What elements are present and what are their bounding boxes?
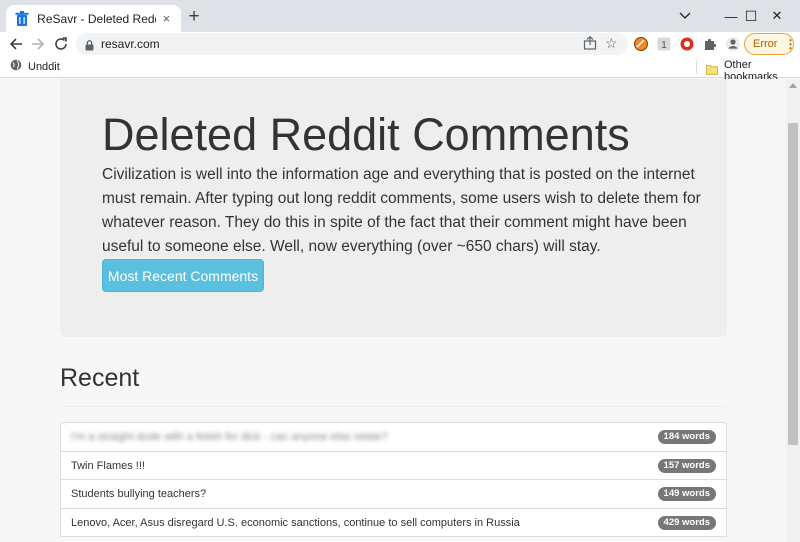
word-count-badge: 184 words [657, 430, 716, 444]
scroll-up-icon[interactable] [789, 83, 797, 88]
folder-icon [706, 64, 718, 78]
tab-resavr[interactable]: ReSavr - Deleted Reddit Comme × [6, 5, 181, 32]
lock-icon [85, 38, 94, 56]
tab-close-icon[interactable]: × [160, 11, 173, 26]
list-item[interactable]: Students bullying teachers? 149 words [60, 479, 727, 509]
word-count-badge: 429 words [657, 515, 716, 530]
bookmark-label: Unddit [28, 60, 60, 73]
divider [60, 406, 727, 407]
list-item-title: Students bullying teachers? [71, 488, 207, 500]
list-item-title: Twin Flames !!! [71, 459, 145, 472]
recent-heading: Recent [60, 364, 140, 392]
extension-gray-icon[interactable]: 1 [656, 36, 672, 52]
word-count-badge: 157 words [657, 458, 716, 473]
back-icon[interactable] [6, 34, 26, 54]
trash-icon [14, 11, 29, 27]
bookmarks-bar: Unddit Other bookmarks [0, 56, 800, 83]
chevron-down-icon[interactable] [662, 0, 708, 32]
hero-description: Civilization is well into the informatio… [102, 166, 701, 255]
recent-list: I'm a straight dude with a fetish for di… [60, 422, 727, 537]
error-label: Error [753, 38, 778, 50]
tab-strip: ReSavr - Deleted Reddit Comme × + — ☐ ✕ [0, 0, 800, 32]
forward-icon[interactable] [28, 34, 48, 54]
close-window-button[interactable]: ✕ [754, 0, 800, 32]
star-icon[interactable]: ☆ [605, 35, 618, 51]
extension-red-icon[interactable] [679, 36, 695, 52]
scrollbar[interactable] [786, 79, 800, 542]
word-count-badge: 149 words [657, 487, 716, 501]
svg-text:1: 1 [661, 40, 667, 51]
list-item-title: Lenovo, Acer, Asus disregard U.S. econom… [71, 516, 520, 529]
list-item-title: I'm a straight dude with a fetish for di… [71, 431, 388, 443]
globe-icon [10, 59, 22, 74]
new-tab-button[interactable]: + [185, 7, 203, 26]
address-bar[interactable]: resavr.com ☆ [76, 33, 628, 55]
extension-orange-icon[interactable] [633, 36, 649, 52]
page-viewport: Deleted Reddit Comments Civilization is … [0, 79, 786, 542]
reload-icon[interactable] [51, 34, 71, 54]
puzzle-icon[interactable] [702, 36, 718, 52]
browser-toolbar: resavr.com ☆ 1 Error ⋮ [0, 32, 800, 56]
error-button[interactable]: Error ⋮ [744, 33, 797, 55]
url-text: resavr.com [101, 37, 160, 51]
page-title: Deleted Reddit Comments [102, 109, 630, 160]
share-icon[interactable] [583, 35, 597, 55]
list-item[interactable]: Lenovo, Acer, Asus disregard U.S. econom… [60, 507, 727, 537]
tab-title: ReSavr - Deleted Reddit Comme [37, 11, 156, 26]
hero-section: Deleted Reddit Comments Civilization is … [60, 79, 727, 337]
profile-icon[interactable] [725, 36, 741, 52]
scrollbar-thumb[interactable] [788, 123, 798, 445]
list-item[interactable]: I'm a straight dude with a fetish for di… [60, 422, 727, 452]
list-item[interactable]: Twin Flames !!! 157 words [60, 450, 727, 480]
most-recent-comments-button[interactable]: Most Recent Comments [102, 259, 264, 292]
bookmark-unddit[interactable]: Unddit [10, 59, 60, 74]
bookmark-separator [696, 60, 697, 74]
menu-dots-icon: ⋮ [784, 37, 797, 51]
